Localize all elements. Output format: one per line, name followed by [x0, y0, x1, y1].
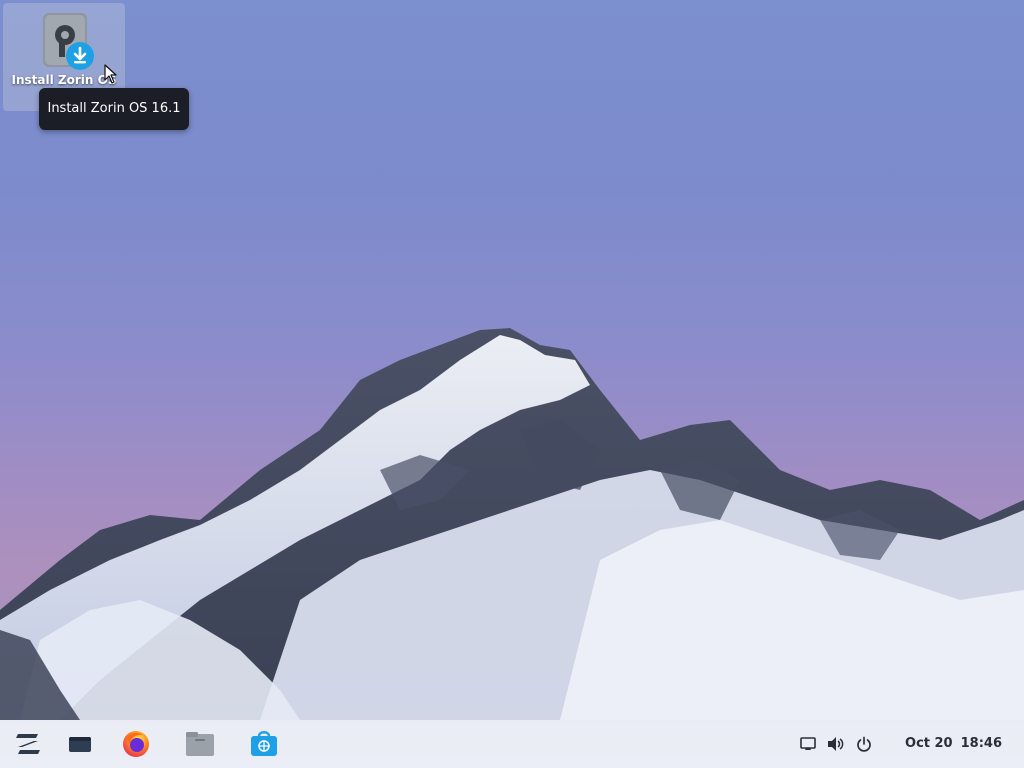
- files-launcher[interactable]: [184, 728, 216, 760]
- folder-icon: [186, 732, 214, 756]
- tooltip: Install Zorin OS 16.1: [39, 88, 189, 130]
- power-tray-button[interactable]: [854, 734, 874, 754]
- zorin-menu-button[interactable]: [12, 728, 44, 760]
- zorin-logo-icon: [16, 734, 40, 754]
- taskbar: Oct 20 18:46: [0, 720, 1024, 768]
- volume-tray-button[interactable]: [826, 734, 846, 754]
- clock[interactable]: Oct 20 18:46: [905, 720, 1002, 768]
- disk-installer-icon: [41, 11, 94, 71]
- software-launcher[interactable]: [248, 728, 280, 760]
- software-store-icon: [251, 731, 277, 756]
- mouse-cursor-icon: [104, 64, 117, 84]
- screen-icon: [800, 737, 816, 750]
- download-arrow-icon: [66, 42, 94, 70]
- workspaces-button[interactable]: [64, 728, 96, 760]
- power-icon: [857, 736, 871, 752]
- window-icon: [69, 737, 91, 752]
- firefox-icon: [123, 731, 149, 757]
- clock-date: Oct 20: [905, 736, 953, 751]
- clock-time: 18:46: [960, 736, 1002, 751]
- desktop[interactable]: Install Zorin OS Install Zorin OS 16.1 O…: [0, 0, 1024, 768]
- notifications-tray-button[interactable]: [798, 734, 818, 754]
- speaker-icon: [828, 737, 844, 751]
- firefox-launcher[interactable]: [120, 728, 152, 760]
